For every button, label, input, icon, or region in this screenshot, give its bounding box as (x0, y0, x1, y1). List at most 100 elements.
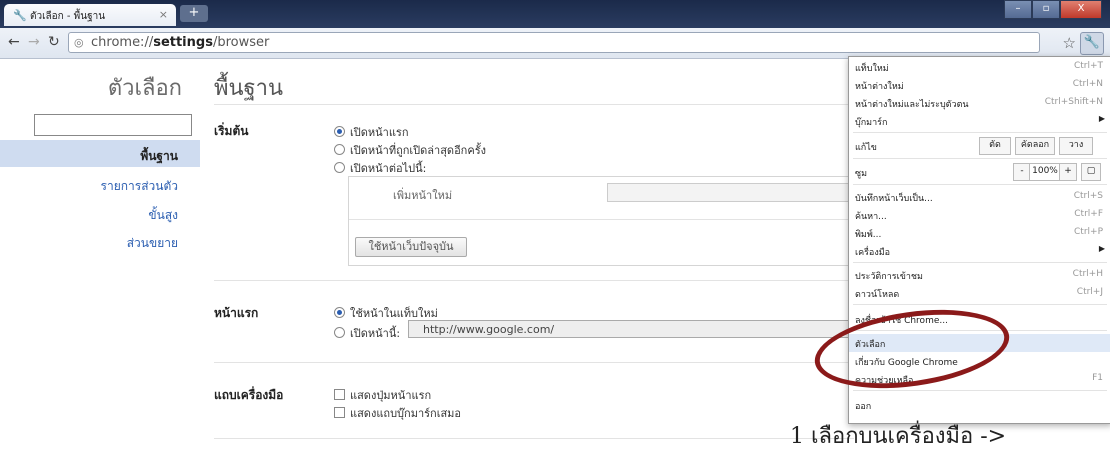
bookmark-star-icon[interactable]: ☆ (1063, 34, 1076, 52)
menu-item-label: เครื่องมือ (855, 248, 891, 258)
menu-item-label: ดาวน์โหลด (855, 290, 900, 300)
radio-icon[interactable] (334, 327, 345, 338)
page-title: พื้นฐาน (214, 76, 284, 101)
new-tab-button[interactable]: + (180, 5, 208, 22)
zoom-level: 100% (1029, 163, 1061, 181)
menu-item-shortcut: Ctrl+N (1072, 79, 1103, 89)
sidebar-item-extensions[interactable]: ส่วนขยาย (127, 234, 178, 253)
settings-sidebar: ตัวเลือก พื้นฐาน รายการส่วนตัว ขั้นสูง ส… (0, 58, 200, 441)
radio-icon[interactable] (334, 144, 345, 155)
menu-item-print[interactable]: พิมพ์... Ctrl+P (855, 224, 1105, 242)
use-current-pages-button[interactable]: ใช้หน้าเว็บปัจจุบัน (355, 237, 467, 257)
menu-separator (853, 132, 1107, 133)
add-page-label: เพิ่มหน้าใหม่ (393, 189, 453, 202)
startup-pages-list: เพิ่มหน้าใหม่ ใช้หน้าเว็บปัจจุบัน (348, 176, 863, 266)
checkbox-icon[interactable] (334, 389, 345, 400)
menu-separator (853, 262, 1107, 263)
menu-item-history[interactable]: ประวัติการเข้าชม Ctrl+H (855, 266, 1105, 284)
menu-item-downloads[interactable]: ดาวน์โหลด Ctrl+J (855, 284, 1105, 302)
menu-item-new-tab[interactable]: แท็บใหม่ Ctrl+T (855, 58, 1105, 76)
menu-item-label: หน้าต่างใหม่และไม่ระบุตัวตน (855, 100, 969, 110)
reload-icon[interactable]: ↻ (48, 34, 60, 50)
toolbar-option-label: แสดงปุ่มหน้าแรก (350, 389, 432, 402)
tab-title: ตัวเลือก - พื้นฐาน (30, 11, 106, 22)
menu-item-label: พิมพ์... (855, 230, 882, 240)
cut-button[interactable]: ตัด (979, 137, 1011, 155)
browser-toolbar: ← → ↻ ◎ chrome://settings/browser ☆ 🔧 (0, 28, 1110, 59)
menu-item-save-page[interactable]: บันทึกหน้าเว็บเป็น... Ctrl+S (855, 188, 1105, 206)
startup-option-restore[interactable]: เปิดหน้าที่ถูกเปิดล่าสุดอีกครั้ง (334, 141, 486, 159)
menu-item-shortcut: Ctrl+S (1073, 191, 1103, 201)
menu-item-label: ออก (855, 402, 872, 412)
paste-button[interactable]: วาง (1059, 137, 1093, 155)
menu-item-zoom: ซูม - 100% + ▢ (855, 163, 1105, 181)
forward-arrow-icon[interactable]: → (28, 34, 40, 50)
homepage-option-label: ใช้หน้าในแท็บใหม่ (350, 307, 438, 320)
maximize-button[interactable]: ▫ (1032, 0, 1060, 19)
menu-item-label: ค้นหา... (855, 212, 887, 222)
close-window-button[interactable]: X (1060, 0, 1102, 19)
radio-icon[interactable] (334, 126, 345, 137)
radio-icon[interactable] (334, 307, 345, 318)
menu-separator (853, 158, 1107, 159)
menu-item-shortcut: Ctrl+F (1074, 209, 1103, 219)
toolbar-option-label: แสดงแถบบุ๊กมาร์กเสมอ (350, 407, 462, 420)
window-controls: – ▫ X (1004, 0, 1102, 19)
menu-item-exit[interactable]: ออก (855, 396, 1105, 414)
sidebar-item-basics[interactable]: พื้นฐาน (140, 147, 178, 166)
menu-separator (853, 304, 1107, 305)
back-arrow-icon[interactable]: ← (8, 34, 20, 50)
menu-item-label: หน้าต่างใหม่ (855, 82, 904, 92)
startup-option-homepage[interactable]: เปิดหน้าแรก (334, 123, 409, 141)
menu-item-label: ซูม (855, 169, 868, 179)
sidebar-item-personal[interactable]: รายการส่วนตัว (101, 177, 178, 196)
show-bookmarks-bar-option[interactable]: แสดงแถบบุ๊กมาร์กเสมอ (334, 404, 461, 422)
startup-option-label: เปิดหน้าต่อไปนี้: (350, 162, 427, 175)
menu-item-bookmarks[interactable]: บุ๊กมาร์ก ▶ (855, 112, 1105, 130)
toolbar-label: แถบเครื่องมือ (214, 388, 284, 402)
menu-separator (853, 184, 1107, 185)
settings-search-input[interactable] (34, 114, 192, 136)
menu-item-find[interactable]: ค้นหา... Ctrl+F (855, 206, 1105, 224)
menu-item-tools[interactable]: เครื่องมือ ▶ (855, 242, 1105, 260)
fullscreen-icon[interactable]: ▢ (1081, 163, 1101, 181)
browser-tab[interactable]: 🔧 ตัวเลือก - พื้นฐาน × (4, 4, 176, 26)
checkbox-icon[interactable] (334, 407, 345, 418)
add-page-input[interactable] (607, 183, 863, 202)
add-page-row: เพิ่มหน้าใหม่ (349, 177, 863, 220)
zoom-in-button[interactable]: + (1059, 163, 1077, 181)
wrench-menu-button[interactable]: 🔧 (1080, 32, 1104, 55)
minimize-button[interactable]: – (1004, 0, 1032, 19)
wrench-icon: 🔧 (13, 9, 27, 22)
startup-label: เริ่มต้น (214, 124, 249, 138)
address-bar[interactable]: ◎ chrome://settings/browser (68, 32, 1040, 53)
startup-option-label: เปิดหน้าแรก (350, 126, 409, 139)
url-host: settings (153, 35, 213, 50)
homepage-option-label: เปิดหน้านี้: (350, 327, 401, 340)
copy-button[interactable]: คัดลอก (1015, 137, 1055, 155)
divider (214, 280, 854, 281)
radio-icon[interactable] (334, 162, 345, 173)
homepage-option-url[interactable]: เปิดหน้านี้: (334, 324, 400, 342)
startup-option-pages[interactable]: เปิดหน้าต่อไปนี้: (334, 159, 426, 177)
menu-separator (853, 390, 1107, 391)
menu-item-shortcut: F1 (1092, 373, 1103, 383)
homepage-label: หน้าแรก (214, 306, 259, 320)
menu-item-label: บันทึกหน้าเว็บเป็น... (855, 194, 933, 204)
sidebar-item-advanced[interactable]: ขั้นสูง (148, 206, 178, 225)
page-icon: ◎ (74, 36, 84, 49)
divider (214, 104, 854, 105)
menu-item-label: แก้ไข (855, 143, 877, 153)
submenu-arrow-icon: ▶ (1098, 114, 1105, 123)
show-home-button-option[interactable]: แสดงปุ่มหน้าแรก (334, 386, 431, 404)
settings-main: พื้นฐาน เริ่มต้น เปิดหน้าแรก เปิดหน้าที่… (200, 58, 863, 441)
menu-item-shortcut: Ctrl+H (1072, 269, 1103, 279)
submenu-arrow-icon: ▶ (1098, 244, 1105, 253)
menu-item-incognito[interactable]: หน้าต่างใหม่และไม่ระบุตัวตน Ctrl+Shift+N (855, 94, 1105, 112)
homepage-url-input[interactable]: http://www.google.com/ (408, 320, 860, 338)
menu-item-new-window[interactable]: หน้าต่างใหม่ Ctrl+N (855, 76, 1105, 94)
menu-item-shortcut: Ctrl+Shift+N (1044, 97, 1103, 107)
close-tab-icon[interactable]: × (159, 8, 168, 21)
instruction-caption: 1 เลือกบนเครื่องมือ -> (790, 424, 1007, 449)
divider (214, 362, 854, 363)
